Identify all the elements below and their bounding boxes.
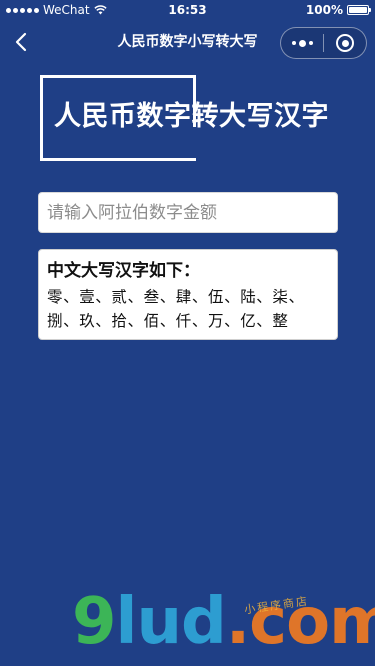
app-screen: WeChat 16:53 100% 人民币数字小写转大写 人民币数字转大写汉字 …	[0, 0, 375, 666]
chevron-left-icon	[15, 32, 27, 52]
battery-icon	[347, 5, 371, 15]
watermark-part-2: lud	[115, 585, 227, 659]
watermark-part-1: 9	[72, 585, 117, 659]
result-card: 中文大写汉字如下： 零、壹、贰、叁、肆、伍、陆、柒、捌、玖、拾、佰、仟、万、亿、…	[38, 249, 338, 340]
nav-bar: 人民币数字小写转大写	[0, 20, 375, 64]
banner-title: 人民币数字转大写汉字	[54, 101, 329, 132]
close-button[interactable]	[324, 28, 366, 58]
back-button[interactable]	[8, 28, 36, 56]
amount-input[interactable]	[38, 192, 338, 233]
watermark-text: 9lud.com	[72, 585, 375, 660]
more-button[interactable]	[281, 28, 323, 58]
status-bar: WeChat 16:53 100%	[0, 0, 375, 20]
result-heading: 中文大写汉字如下：	[47, 261, 200, 281]
battery-percent: 100%	[305, 3, 343, 17]
menu-capsule	[280, 27, 367, 59]
banner: 人民币数字转大写汉字	[40, 75, 340, 161]
page-title: 人民币数字小写转大写	[117, 34, 258, 50]
watermark-logo: 9lud.com 小程序商店	[72, 585, 375, 660]
close-ring-icon	[336, 34, 354, 52]
battery-fill	[349, 7, 367, 13]
status-right: 100%	[305, 0, 371, 20]
more-dots-icon	[291, 39, 313, 47]
result-text: 零、壹、贰、叁、肆、伍、陆、柒、捌、玖、拾、佰、仟、万、亿、整	[47, 288, 305, 330]
